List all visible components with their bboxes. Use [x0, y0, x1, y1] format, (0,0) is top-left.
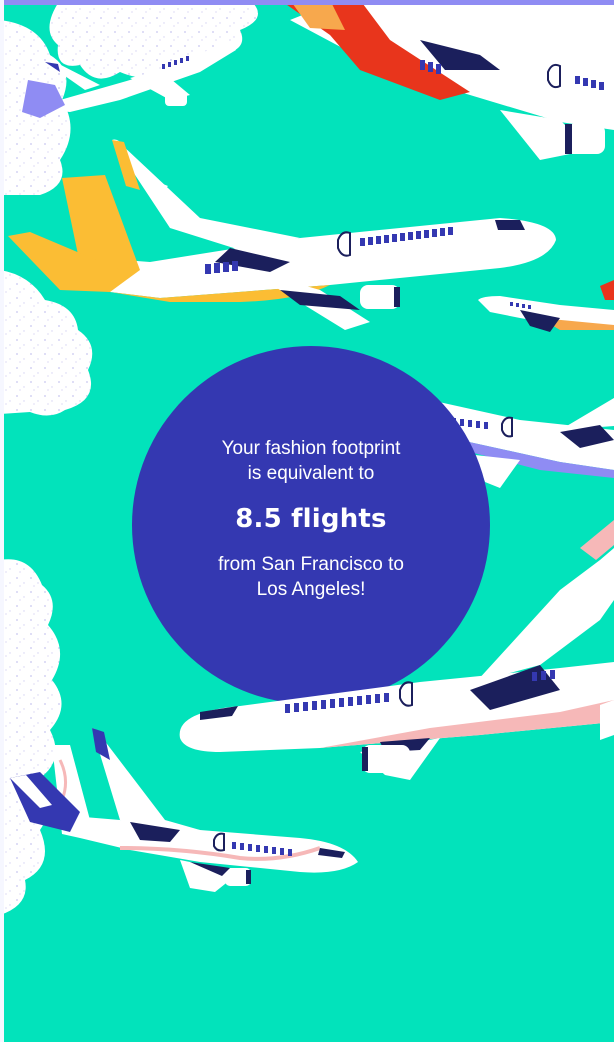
left-edge	[0, 0, 4, 1042]
top-accent-bar	[0, 0, 614, 5]
flight-footprint-screen: Your fashion footprint is equivalent to …	[0, 0, 614, 1042]
plane-pink-large	[179, 520, 614, 780]
front-plane-layer	[179, 520, 614, 780]
